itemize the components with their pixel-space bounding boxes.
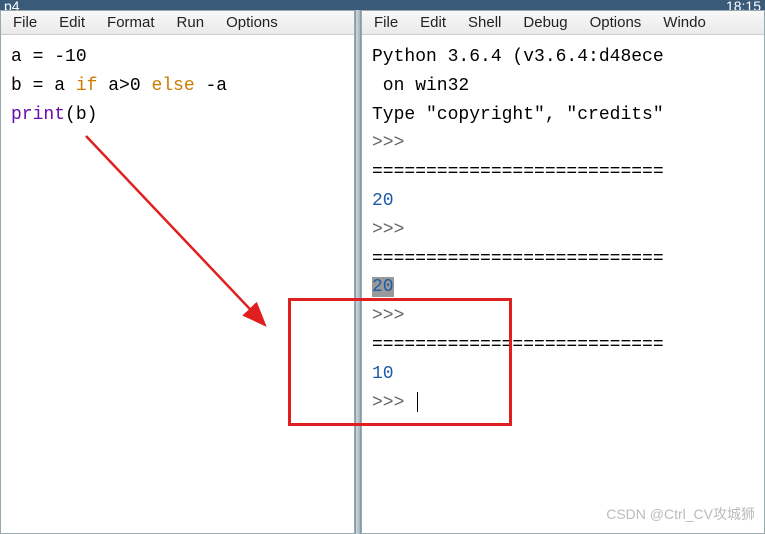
text-cursor bbox=[417, 392, 418, 412]
menu-format[interactable]: Format bbox=[97, 13, 165, 32]
output-value-2: 20 bbox=[372, 277, 394, 297]
code-line-2: b = a if a>0 else -a bbox=[11, 76, 227, 96]
keyword-if: if bbox=[76, 76, 98, 96]
code-editor[interactable]: a = -10 b = a if a>0 else -a print(b) bbox=[1, 35, 354, 533]
output-value-1: 20 bbox=[372, 191, 394, 211]
shell-prompt: >>> bbox=[372, 133, 404, 153]
code-text: b = a bbox=[11, 76, 76, 96]
code-number: -10 bbox=[54, 47, 86, 67]
editor-menu-bar: File Edit Format Run Options bbox=[1, 11, 354, 35]
shell-prompt: >>> bbox=[372, 393, 404, 413]
title-bar bbox=[0, 0, 765, 10]
code-text: (b) bbox=[65, 105, 97, 125]
code-text: -a bbox=[195, 76, 227, 96]
separator: =========================== bbox=[372, 249, 664, 269]
menu-options[interactable]: Options bbox=[216, 13, 288, 32]
menu-file[interactable]: File bbox=[364, 13, 408, 32]
code-line-3: print(b) bbox=[11, 105, 97, 125]
menu-debug[interactable]: Debug bbox=[513, 13, 577, 32]
builtin-print: print bbox=[11, 105, 65, 125]
menu-edit[interactable]: Edit bbox=[49, 13, 95, 32]
separator: =========================== bbox=[372, 335, 664, 355]
editor-pane: File Edit Format Run Options a = -10 b =… bbox=[0, 10, 355, 534]
shell-pane: File Edit Shell Debug Options Windo Pyth… bbox=[361, 10, 765, 534]
code-text: a = bbox=[11, 47, 54, 67]
shell-version: Python 3.6.4 (v3.6.4:d48ece bbox=[372, 47, 664, 67]
menu-file[interactable]: File bbox=[3, 13, 47, 32]
menu-options[interactable]: Options bbox=[580, 13, 652, 32]
separator: =========================== bbox=[372, 162, 664, 182]
menu-shell[interactable]: Shell bbox=[458, 13, 511, 32]
menu-run[interactable]: Run bbox=[167, 13, 215, 32]
shell-menu-bar: File Edit Shell Debug Options Windo bbox=[362, 11, 764, 35]
shell-output[interactable]: Python 3.6.4 (v3.6.4:d48ece on win32 Typ… bbox=[362, 35, 764, 533]
code-line-1: a = -10 bbox=[11, 47, 87, 67]
menu-window[interactable]: Windo bbox=[653, 13, 716, 32]
keyword-else: else bbox=[151, 76, 194, 96]
shell-type-line: Type "copyright", "credits" bbox=[372, 105, 664, 125]
shell-prompt: >>> bbox=[372, 220, 404, 240]
code-text: a>0 bbox=[97, 76, 151, 96]
menu-edit[interactable]: Edit bbox=[410, 13, 456, 32]
shell-prompt: >>> bbox=[372, 306, 404, 326]
output-value-3: 10 bbox=[372, 364, 394, 384]
shell-platform: on win32 bbox=[372, 76, 469, 96]
